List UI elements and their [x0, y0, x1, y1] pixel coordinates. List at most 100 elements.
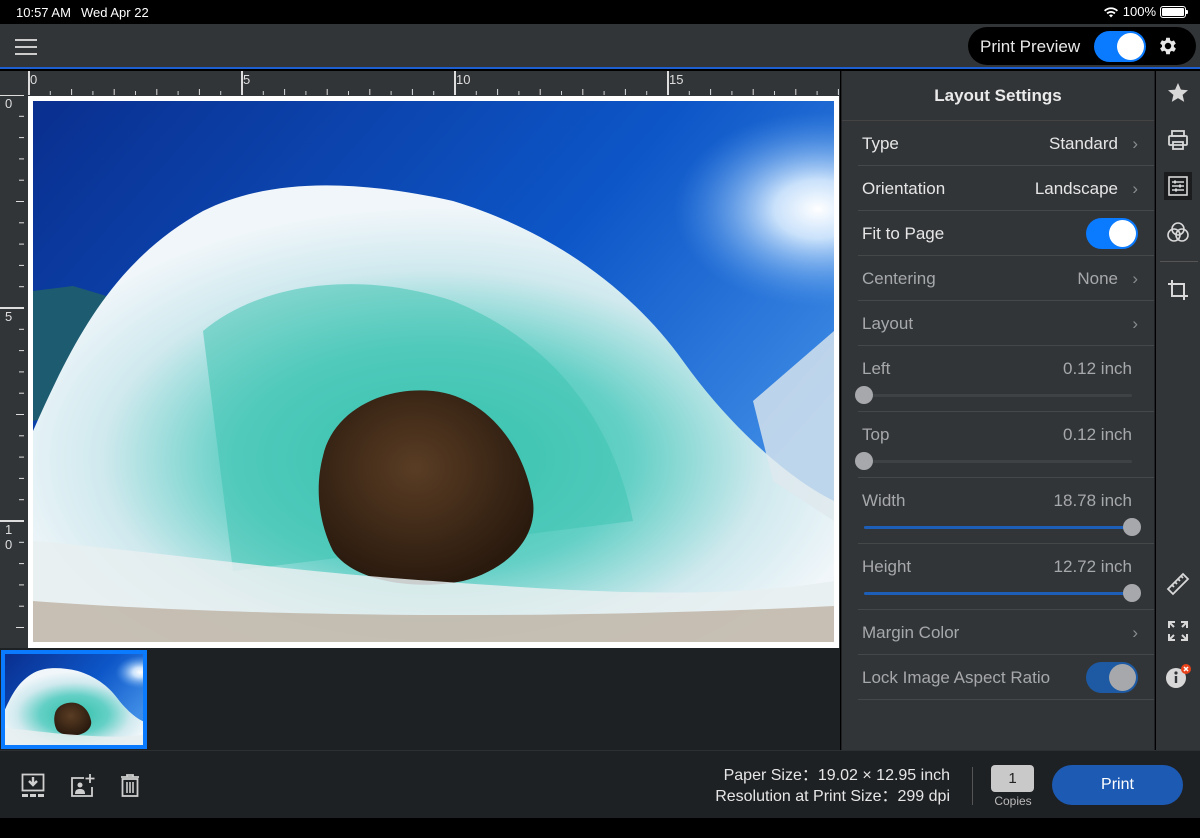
- copies-label: Copies: [994, 794, 1032, 808]
- resolution-line: Resolution at Print Size：299 dpi: [715, 786, 950, 807]
- slider-thumb[interactable]: [855, 386, 873, 404]
- row-label: Left: [862, 359, 891, 378]
- row-label: Top: [862, 425, 890, 444]
- row-value: 0.12 inch: [1063, 425, 1132, 444]
- chevron-right-icon: ›: [1132, 269, 1138, 288]
- ruler-label: 15: [669, 72, 684, 87]
- row-label: Width: [862, 491, 906, 510]
- crop-button[interactable]: [1164, 276, 1192, 304]
- printer-button[interactable]: [1164, 126, 1192, 154]
- horizontal-ruler: 0 5 10 15: [24, 71, 840, 95]
- status-date: Wed Apr 22: [81, 5, 149, 20]
- slider-thumb[interactable]: [855, 452, 873, 470]
- type-row[interactable]: Type Standard ›: [858, 121, 1154, 166]
- paper-size-line: Paper Size：19.02 × 12.95 inch: [715, 765, 950, 786]
- add-photo-icon[interactable]: [70, 773, 96, 799]
- left-margin-slider[interactable]: [855, 386, 1132, 404]
- import-icon[interactable]: [21, 773, 47, 799]
- row-value: Landscape: [1034, 179, 1118, 198]
- print-preview-control: Print Preview: [968, 27, 1196, 65]
- ruler-label: 0: [30, 72, 38, 87]
- print-button[interactable]: Print: [1052, 765, 1183, 805]
- lock-aspect-toggle[interactable]: [1086, 662, 1138, 693]
- row-value: 18.78 inch: [1053, 491, 1132, 510]
- row-value: 0.12 inch: [1063, 359, 1132, 378]
- ruler-label: 10: [456, 72, 471, 87]
- rail-divider: [1160, 261, 1198, 262]
- paper-size-label: Paper Size：: [723, 767, 818, 784]
- slider-thumb[interactable]: [1123, 584, 1141, 602]
- menu-button[interactable]: [15, 39, 37, 55]
- color-adjust-icon: [1167, 222, 1189, 242]
- margin-color-row[interactable]: Margin Color ›: [858, 610, 1154, 655]
- preview-canvas: [24, 95, 840, 648]
- left-margin-row: Left 0.12 inch: [855, 346, 1154, 412]
- copies-input[interactable]: 1: [991, 765, 1034, 792]
- row-label: Type: [862, 134, 899, 153]
- row-value: None: [1077, 269, 1118, 288]
- top-margin-slider[interactable]: [855, 452, 1132, 470]
- row-label: Orientation: [862, 179, 946, 198]
- ruler-label: 1 0: [5, 522, 13, 552]
- row-label: Lock Image Aspect Ratio: [862, 668, 1051, 687]
- orientation-row[interactable]: Orientation Landscape ›: [858, 166, 1154, 211]
- printer-icon: [1168, 130, 1188, 150]
- status-bar: 10:57 AM Wed Apr 22 100%: [0, 0, 1200, 24]
- resolution-label: Resolution at Print Size：: [715, 788, 898, 805]
- layout-settings-icon: [1168, 176, 1188, 196]
- print-preview-toggle[interactable]: [1094, 31, 1146, 62]
- fullscreen-button[interactable]: [1164, 617, 1192, 645]
- chevron-right-icon: ›: [1132, 314, 1138, 333]
- slider-thumb[interactable]: [1123, 518, 1141, 536]
- width-row: Width 18.78 inch: [858, 478, 1154, 544]
- top-margin-row: Top 0.12 inch: [855, 412, 1154, 478]
- color-adjust-button[interactable]: [1164, 218, 1192, 246]
- print-info: Paper Size：19.02 × 12.95 inch Resolution…: [715, 765, 950, 807]
- ruler-label: 5: [5, 309, 13, 324]
- width-slider[interactable]: [864, 518, 1141, 536]
- info-icon: [1166, 664, 1191, 688]
- battery-icon: [1160, 5, 1188, 18]
- ruler-label: 5: [243, 72, 251, 87]
- ruler-icon: [1166, 572, 1190, 596]
- paper-sheet: [28, 96, 839, 648]
- layout-settings-button[interactable]: [1164, 172, 1192, 200]
- fit-to-page-toggle[interactable]: [1086, 218, 1138, 249]
- trash-icon[interactable]: [118, 773, 144, 799]
- resolution-value: 299 dpi: [897, 788, 951, 805]
- print-preview-label: Print Preview: [980, 37, 1081, 56]
- wifi-icon: [1103, 6, 1118, 17]
- row-label: Fit to Page: [862, 224, 945, 243]
- fit-to-page-row: Fit to Page: [858, 211, 1154, 256]
- bottom-bar: Paper Size：19.02 × 12.95 inch Resolution…: [0, 750, 1200, 818]
- favorites-button[interactable]: [1164, 79, 1192, 107]
- chevron-right-icon: ›: [1132, 134, 1138, 153]
- layout-row[interactable]: Layout ›: [858, 301, 1154, 346]
- info-button[interactable]: [1164, 663, 1192, 691]
- gear-icon[interactable]: [1157, 35, 1179, 57]
- chevron-right-icon: ›: [1132, 179, 1138, 198]
- ruler-corner: [0, 71, 24, 95]
- print-image[interactable]: [33, 101, 834, 642]
- height-slider[interactable]: [864, 584, 1141, 602]
- centering-row[interactable]: Centering None ›: [858, 256, 1154, 301]
- ruler-button[interactable]: [1164, 570, 1192, 598]
- row-value: Standard: [1049, 134, 1118, 153]
- star-icon: [1168, 83, 1188, 102]
- row-label: Layout: [862, 314, 914, 333]
- status-time: 10:57 AM: [16, 5, 71, 20]
- thumbnail-selected[interactable]: [1, 650, 147, 749]
- top-bar: Print Preview: [0, 24, 1200, 69]
- crop-icon: [1168, 280, 1188, 300]
- row-label: Height: [862, 557, 912, 576]
- divider: [972, 767, 973, 805]
- status-right: 100%: [1103, 4, 1188, 19]
- fullscreen-icon: [1168, 621, 1188, 641]
- battery-percent: 100%: [1122, 4, 1156, 19]
- row-value: 12.72 inch: [1053, 557, 1132, 576]
- panel-title: Layout Settings: [842, 71, 1154, 121]
- paper-size-value: 19.02 × 12.95 inch: [817, 767, 950, 784]
- chevron-right-icon: ›: [1132, 623, 1138, 642]
- tool-rail: [1156, 71, 1200, 750]
- lock-aspect-row: Lock Image Aspect Ratio: [858, 655, 1154, 700]
